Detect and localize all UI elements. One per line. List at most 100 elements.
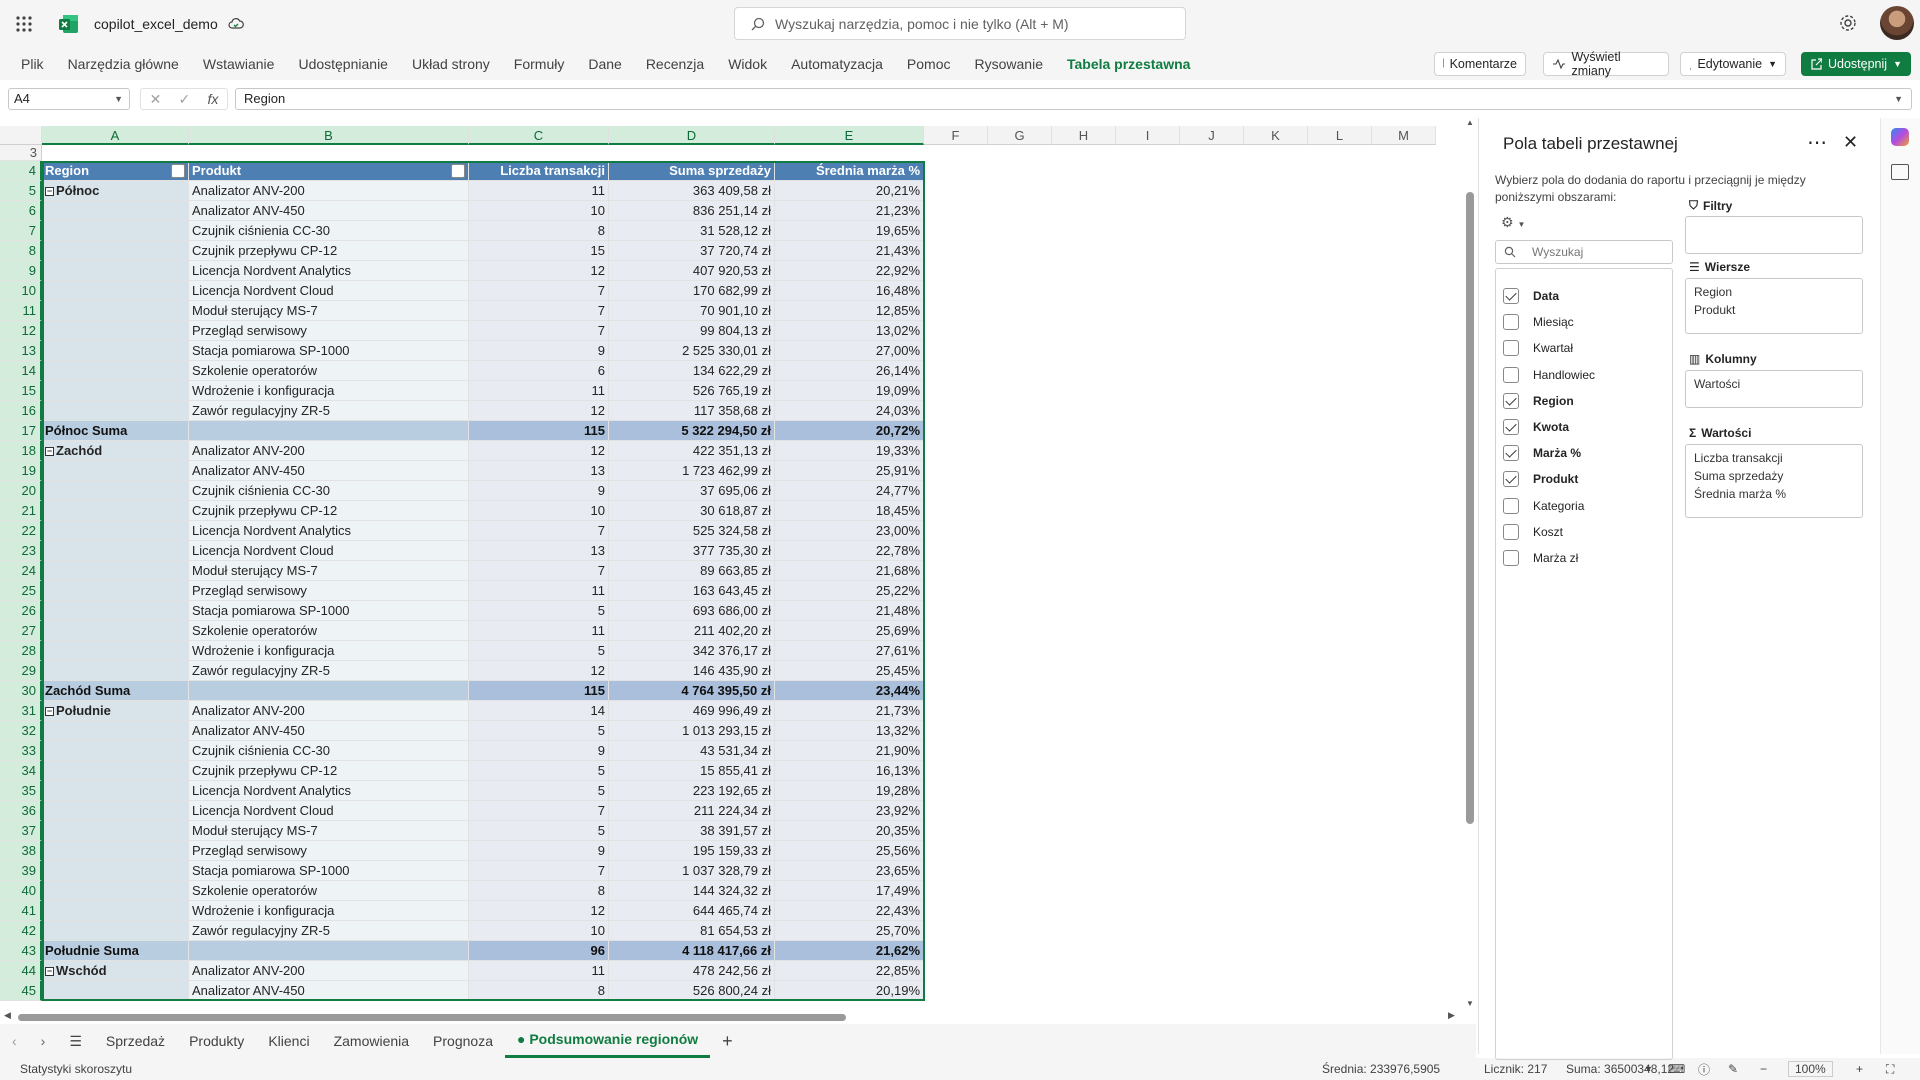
- field-checkbox[interactable]: [1503, 392, 1519, 409]
- comments-button[interactable]: Komentarze: [1434, 52, 1526, 76]
- count-cell[interactable]: 5: [469, 721, 609, 741]
- margin-cell[interactable]: 17,49%: [775, 881, 924, 901]
- menu-page-layout[interactable]: Układ strony: [400, 48, 502, 80]
- margin-cell[interactable]: 27,00%: [775, 341, 924, 361]
- row-number[interactable]: 33: [0, 741, 42, 761]
- row-number[interactable]: 6: [0, 201, 42, 221]
- field-checkbox[interactable]: [1503, 340, 1519, 357]
- region-cell[interactable]: Zachód Suma: [42, 681, 189, 701]
- count-cell[interactable]: 7: [469, 321, 609, 341]
- sheet-tab[interactable]: Sprzedaż: [94, 1024, 177, 1058]
- margin-cell[interactable]: 24,03%: [775, 401, 924, 421]
- margin-cell[interactable]: 23,92%: [775, 801, 924, 821]
- all-sheets-icon[interactable]: ☰: [57, 1024, 94, 1058]
- show-changes-button[interactable]: Wyświetl zmiany: [1543, 50, 1669, 78]
- product-cell[interactable]: Analizator ANV-200: [189, 181, 469, 201]
- row-number[interactable]: 4: [0, 161, 42, 181]
- margin-cell[interactable]: 22,78%: [775, 541, 924, 561]
- region-cell[interactable]: [42, 561, 189, 581]
- margin-cell[interactable]: 23,44%: [775, 681, 924, 701]
- row-number[interactable]: 9: [0, 261, 42, 281]
- count-cell[interactable]: 96: [469, 941, 609, 961]
- share-button[interactable]: Udostępnij ▼: [1801, 52, 1911, 76]
- field-item[interactable]: Miesiąc: [1503, 312, 1574, 332]
- row-number[interactable]: 12: [0, 321, 42, 341]
- margin-cell[interactable]: 20,35%: [775, 821, 924, 841]
- row-number[interactable]: 30: [0, 681, 42, 701]
- product-cell[interactable]: Szkolenie operatorów: [189, 881, 469, 901]
- row-number[interactable]: 16: [0, 401, 42, 421]
- vertical-scroll-thumb[interactable]: [1466, 192, 1474, 824]
- margin-cell[interactable]: 25,69%: [775, 621, 924, 641]
- field-item[interactable]: Koszt: [1503, 522, 1563, 542]
- cancel-icon[interactable]: ✕: [150, 91, 162, 108]
- values-field-item[interactable]: Średnia marża %: [1694, 485, 1854, 503]
- sum-cell[interactable]: 37 695,06 zł: [609, 481, 775, 501]
- scroll-right-icon[interactable]: ▶: [1448, 1010, 1455, 1021]
- sum-cell[interactable]: 81 654,53 zł: [609, 921, 775, 941]
- margin-cell[interactable]: 21,73%: [775, 701, 924, 721]
- sum-cell[interactable]: 146 435,90 zł: [609, 661, 775, 681]
- field-checkbox[interactable]: [1503, 445, 1519, 462]
- margin-cell[interactable]: 16,48%: [775, 281, 924, 301]
- count-cell[interactable]: 6: [469, 361, 609, 381]
- region-cell[interactable]: [42, 341, 189, 361]
- margin-cell[interactable]: 27,61%: [775, 641, 924, 661]
- product-cell[interactable]: Stacja pomiarowa SP-1000: [189, 861, 469, 881]
- row-number[interactable]: 17: [0, 421, 42, 441]
- region-cell[interactable]: [42, 641, 189, 661]
- count-cell[interactable]: 7: [469, 861, 609, 881]
- close-icon[interactable]: ✕: [1843, 132, 1858, 153]
- field-checkbox[interactable]: [1503, 366, 1519, 383]
- values-field-item[interactable]: Liczba transakcji: [1694, 449, 1854, 467]
- sum-cell[interactable]: 836 251,14 zł: [609, 201, 775, 221]
- region-cell[interactable]: [42, 381, 189, 401]
- row-number[interactable]: 35: [0, 781, 42, 801]
- product-cell[interactable]: Licencja Nordvent Analytics: [189, 261, 469, 281]
- margin-cell[interactable]: 21,90%: [775, 741, 924, 761]
- count-cell[interactable]: 5: [469, 761, 609, 781]
- margin-cell[interactable]: 22,85%: [775, 961, 924, 981]
- filter-dropdown-icon[interactable]: [171, 164, 185, 178]
- columns-field-item[interactable]: Wartości: [1694, 375, 1854, 393]
- column-header[interactable]: C: [469, 126, 609, 145]
- sum-cell[interactable]: 525 324,58 zł: [609, 521, 775, 541]
- region-cell[interactable]: [42, 601, 189, 621]
- count-cell[interactable]: 115: [469, 421, 609, 441]
- scroll-down-icon[interactable]: ▼: [1466, 999, 1474, 1008]
- values-drop-zone[interactable]: Liczba transakcji Suma sprzedaży Średnia…: [1685, 444, 1863, 518]
- menu-formulas[interactable]: Formuły: [502, 48, 577, 80]
- menu-automate[interactable]: Automatyzacja: [779, 48, 895, 80]
- count-cell[interactable]: 11: [469, 181, 609, 201]
- product-cell[interactable]: Analizator ANV-200: [189, 441, 469, 461]
- sum-cell[interactable]: 5 322 294,50 zł: [609, 421, 775, 441]
- insert-function-button[interactable]: fx: [207, 91, 218, 107]
- row-number[interactable]: 7: [0, 221, 42, 241]
- region-cell[interactable]: [42, 401, 189, 421]
- region-cell[interactable]: [42, 761, 189, 781]
- margin-cell[interactable]: 22,43%: [775, 901, 924, 921]
- product-cell[interactable]: Moduł sterujący MS-7: [189, 561, 469, 581]
- product-cell[interactable]: Szkolenie operatorów: [189, 361, 469, 381]
- count-cell[interactable]: 10: [469, 501, 609, 521]
- column-header[interactable]: H: [1052, 126, 1116, 145]
- count-cell[interactable]: 7: [469, 281, 609, 301]
- product-cell[interactable]: Szkolenie operatorów: [189, 621, 469, 641]
- file-name[interactable]: copilot_excel_demo: [94, 16, 218, 32]
- values-field-item[interactable]: Suma sprzedaży: [1694, 467, 1854, 485]
- margin-cell[interactable]: 19,33%: [775, 441, 924, 461]
- region-cell[interactable]: [42, 581, 189, 601]
- zoom-in-icon[interactable]: +: [1856, 1062, 1863, 1076]
- product-cell[interactable]: Czujnik ciśnienia CC-30: [189, 221, 469, 241]
- field-checkbox[interactable]: [1503, 523, 1519, 540]
- copilot-icon[interactable]: [1891, 128, 1909, 146]
- row-number[interactable]: 42: [0, 921, 42, 941]
- region-cell[interactable]: − Północ: [42, 181, 189, 201]
- field-item[interactable]: Kwota: [1503, 417, 1569, 437]
- row-number[interactable]: 22: [0, 521, 42, 541]
- count-cell[interactable]: 5: [469, 781, 609, 801]
- column-header[interactable]: M: [1372, 126, 1436, 145]
- sum-cell[interactable]: 70 901,10 zł: [609, 301, 775, 321]
- feedback-icon[interactable]: ✎: [1728, 1062, 1738, 1076]
- spreadsheet-grid[interactable]: A B C D E F G H I J K L M 3 4 Region Pro…: [0, 126, 1468, 1014]
